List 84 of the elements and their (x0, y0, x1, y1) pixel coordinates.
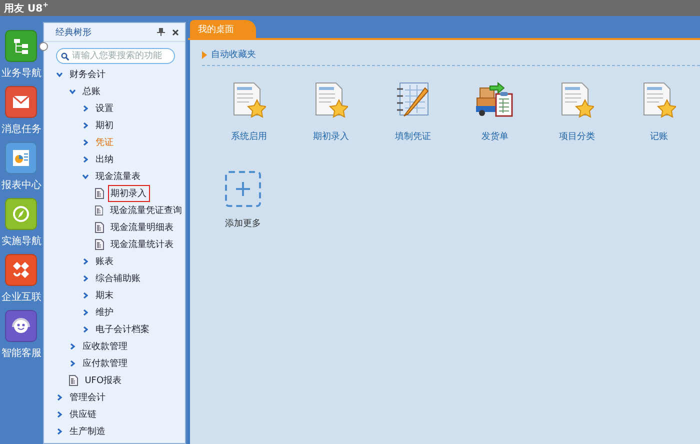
folder-tree-icon (12, 37, 30, 55)
chevron-right-icon[interactable] (82, 275, 89, 282)
envelope-icon (12, 94, 30, 110)
nav-label[interactable]: 实施导航 (1, 234, 42, 248)
document-icon (94, 222, 104, 233)
shortcut-label[interactable]: 记账 (650, 130, 668, 143)
triangle-icon (202, 50, 207, 58)
shortcut-label[interactable]: 项目分类 (559, 130, 595, 143)
chevron-right-icon[interactable] (56, 394, 63, 401)
document-icon (94, 205, 103, 216)
document-icon (94, 188, 104, 199)
nav-label[interactable]: 业务导航 (1, 66, 42, 80)
tree-item[interactable]: 管理会计 (66, 389, 109, 406)
panel-title: 经典树形 (56, 26, 93, 38)
chevron-right-icon[interactable] (68, 360, 76, 367)
nav-icon[interactable] (5, 310, 38, 342)
shortcut-label[interactable]: 发货单 (482, 130, 508, 143)
document-icon (68, 375, 78, 386)
close-icon[interactable] (172, 28, 179, 36)
tree-item[interactable]: 维护 (92, 304, 117, 321)
search-icon (60, 52, 69, 60)
chevron-right-icon[interactable] (82, 139, 89, 146)
document-star-icon (232, 82, 266, 118)
tree-item[interactable]: 财务会计 (66, 66, 109, 83)
tree-item[interactable]: 生产制造 (66, 423, 109, 440)
tree-item[interactable]: 应收款管理 (80, 338, 131, 355)
chevron-right-icon[interactable] (56, 411, 63, 418)
dropdown-icon[interactable] (39, 42, 48, 51)
nav-label[interactable]: 消息任务 (1, 122, 42, 136)
document-star-icon (560, 82, 594, 118)
tree-item[interactable]: 现金流量表 (92, 168, 144, 185)
chevron-right-icon[interactable] (82, 292, 89, 299)
connect-dots-icon (12, 261, 30, 279)
chevron-right-icon[interactable] (82, 258, 89, 265)
chevron-right-icon[interactable] (82, 122, 89, 129)
document-star-icon (642, 82, 676, 118)
document-icon (94, 239, 104, 250)
nav-icon[interactable] (5, 30, 38, 62)
chevron-right-icon[interactable] (68, 343, 76, 350)
nav-label[interactable]: 智能客服 (1, 346, 42, 360)
tree-item[interactable]: 供应链 (66, 406, 100, 423)
shortcut-label[interactable]: 填制凭证 (395, 130, 431, 143)
nav-icon[interactable] (5, 142, 38, 174)
shortcut-label[interactable]: 系统启用 (231, 130, 267, 143)
document-star-icon (314, 82, 348, 118)
window-title: 用友 U8$^{+}$ (4, 0, 48, 16)
plus-icon (235, 181, 251, 197)
tree-item[interactable]: 设置 (92, 100, 117, 117)
nav-label[interactable]: 企业互联 (1, 290, 42, 304)
tree-item[interactable]: 应付款管理 (80, 355, 131, 372)
report-chart-icon (12, 149, 30, 167)
tree-item[interactable]: 现金流量凭证查询 (107, 202, 185, 219)
tree-item[interactable]: UFO报表 (82, 372, 125, 389)
nav-label[interactable]: 报表中心 (1, 178, 42, 192)
headset-face-icon (11, 317, 32, 335)
chevron-down-icon[interactable] (56, 71, 63, 78)
tree-item[interactable]: 总账 (80, 83, 104, 100)
tree-item[interactable]: 综合辅助账 (92, 270, 144, 287)
chevron-down-icon[interactable] (68, 88, 76, 95)
nav-icon[interactable] (5, 254, 38, 286)
tree-item[interactable]: 账表 (92, 253, 117, 270)
tree-item[interactable]: 期末 (92, 287, 117, 304)
nav-icon[interactable] (5, 86, 38, 118)
chevron-right-icon[interactable] (56, 428, 63, 435)
nav-icon[interactable] (5, 198, 38, 230)
add-button[interactable] (225, 171, 261, 207)
tree-item[interactable]: 现金流量明细表 (108, 219, 177, 236)
tree-item[interactable]: 出纳 (92, 151, 117, 168)
tree-item[interactable]: 现金流量统计表 (108, 236, 177, 253)
chevron-right-icon[interactable] (82, 105, 89, 112)
tree-item[interactable]: 电子会计档案 (92, 321, 153, 338)
chevron-right-icon[interactable] (82, 156, 89, 163)
chevron-down-icon[interactable] (82, 173, 89, 180)
add-label[interactable]: 添加更多 (225, 217, 261, 230)
chevron-right-icon[interactable] (82, 326, 89, 333)
tree-item[interactable]: 期初录入 (108, 185, 150, 202)
truck-clipboard-icon (476, 82, 514, 118)
compass-icon (12, 205, 30, 223)
chevron-right-icon[interactable] (82, 309, 89, 316)
shortcut-label[interactable]: 期初录入 (313, 130, 349, 143)
pin-icon[interactable] (157, 28, 165, 36)
section-title: 自动收藏夹 (211, 48, 256, 61)
notebook-pencil-icon (395, 82, 431, 118)
tree-item[interactable]: 期初 (92, 117, 117, 134)
